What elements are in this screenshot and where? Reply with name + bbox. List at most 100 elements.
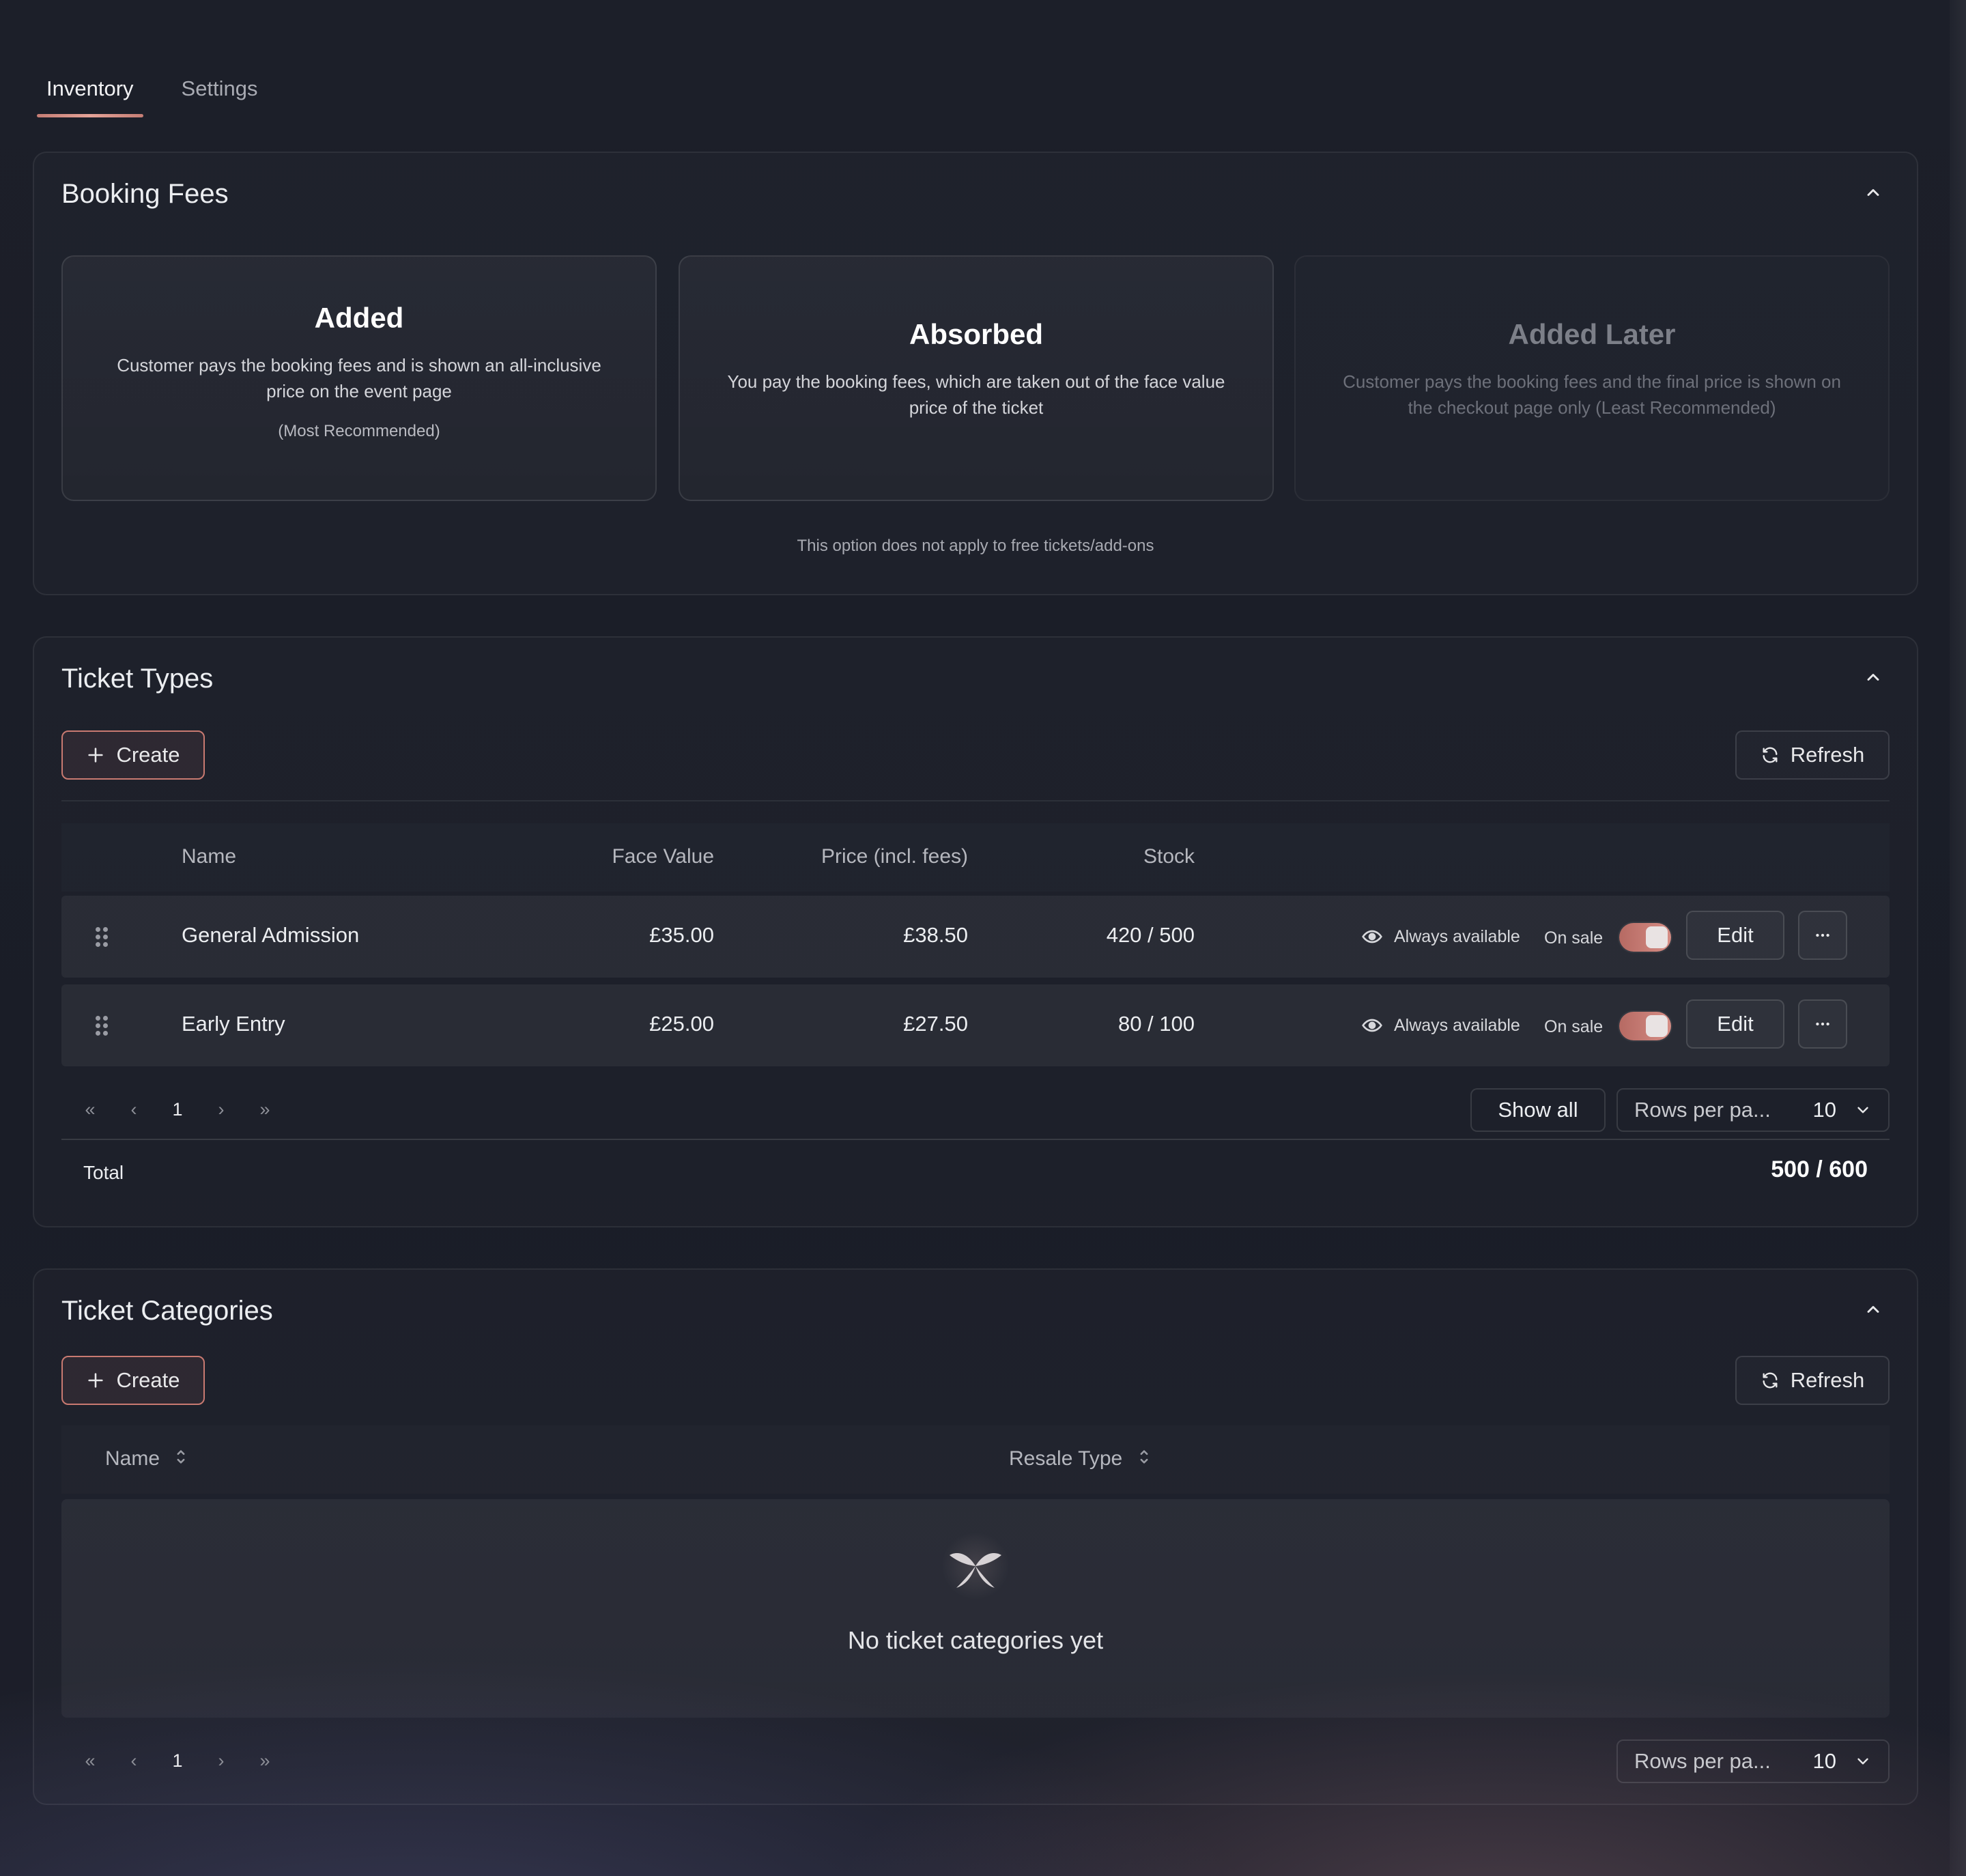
chevron-up-icon <box>1867 674 1879 681</box>
fee-option-description: Customer pays the booking fees and the f… <box>1343 371 1841 418</box>
availability-label: Always available <box>1394 926 1520 946</box>
ticket-categories-collapse-button[interactable] <box>1860 1296 1887 1323</box>
fee-option-added-later[interactable]: Added Later Customer pays the booking fe… <box>1294 255 1890 501</box>
empty-state-icon <box>941 1532 1010 1600</box>
availability-status: Always available <box>1361 926 1520 948</box>
column-header-face-value: Face Value <box>612 845 714 868</box>
ticket-categories-pagination: « ‹ 1 › » <box>68 1750 287 1772</box>
ticket-types-collapse-button[interactable] <box>1860 664 1887 691</box>
chevron-up-icon <box>1867 1306 1879 1313</box>
fee-option-note: (Most Recommended) <box>278 422 440 440</box>
more-options-button[interactable] <box>1798 999 1847 1049</box>
rows-per-page-select[interactable]: Rows per pa... 10 <box>1616 1739 1890 1783</box>
booking-fees-footnote: This option does not apply to free ticke… <box>797 537 1154 555</box>
ellipsis-icon <box>1816 933 1829 937</box>
plus-icon <box>88 1373 104 1388</box>
next-page-icon[interactable]: › <box>199 1099 243 1120</box>
ellipsis-icon <box>1816 1022 1829 1026</box>
chevron-up-icon <box>1867 189 1879 196</box>
sort-icon[interactable] <box>1138 1447 1150 1472</box>
last-page-icon[interactable]: » <box>243 1750 287 1772</box>
refresh-ticket-categories-button[interactable]: Refresh <box>1735 1356 1890 1405</box>
edit-button[interactable]: Edit <box>1686 911 1784 960</box>
fee-option-title: Added Later <box>1508 318 1676 350</box>
total-label: Total <box>83 1162 124 1183</box>
tab-bar: Inventory Settings <box>35 68 269 117</box>
ticket-face-value: £35.00 <box>649 923 714 947</box>
column-header-price: Price (incl. fees) <box>821 845 968 868</box>
rows-per-page-label: Rows per pa... <box>1634 1098 1771 1122</box>
fee-option-added[interactable]: Added Customer pays the booking fees and… <box>61 255 657 501</box>
table-row[interactable]: Early Entry £25.00 £27.50 80 / 100 Alway… <box>61 984 1890 1066</box>
refresh-icon <box>1763 747 1778 763</box>
column-header-resale-type[interactable]: Resale Type <box>1009 1447 1150 1472</box>
create-ticket-type-button[interactable]: Create <box>61 730 205 780</box>
ticket-types-panel: Ticket Types Create Refresh Name Face Va… <box>33 636 1918 1227</box>
total-value: 500 / 600 <box>1771 1156 1868 1182</box>
fee-option-title: Added <box>314 302 404 334</box>
first-page-icon[interactable]: « <box>68 1750 112 1772</box>
on-sale-toggle[interactable] <box>1619 923 1671 952</box>
empty-state: No ticket categories yet <box>61 1499 1890 1718</box>
eye-icon <box>1362 1019 1382 1032</box>
tab-settings[interactable]: Settings <box>171 68 269 117</box>
ticket-face-value: £25.00 <box>649 1012 714 1036</box>
ticket-price: £38.50 <box>903 923 968 947</box>
show-all-button[interactable]: Show all <box>1470 1088 1606 1132</box>
rows-per-page-value: 10 <box>1812 1098 1836 1122</box>
prev-page-icon[interactable]: ‹ <box>112 1750 156 1772</box>
column-header-stock: Stock <box>1143 845 1195 868</box>
ticket-categories-table-header: Name Resale Type <box>61 1425 1890 1494</box>
current-page[interactable]: 1 <box>156 1099 199 1120</box>
column-header-resale-type-label: Resale Type <box>1009 1447 1123 1470</box>
ticket-stock: 420 / 500 <box>1106 923 1195 947</box>
page-scrollbar[interactable] <box>1950 0 1966 1876</box>
current-page[interactable]: 1 <box>156 1750 199 1772</box>
column-header-name[interactable]: Name <box>105 1447 187 1472</box>
drag-handle-icon[interactable] <box>96 1016 109 1036</box>
create-ticket-category-button[interactable]: Create <box>61 1356 205 1405</box>
table-row[interactable]: General Admission £35.00 £38.50 420 / 50… <box>61 896 1890 978</box>
fee-option-absorbed[interactable]: Absorbed You pay the booking fees, which… <box>679 255 1274 501</box>
drag-handle-icon[interactable] <box>96 927 109 948</box>
rows-per-page-label: Rows per pa... <box>1634 1749 1771 1773</box>
ticket-name: Early Entry <box>182 1012 285 1036</box>
sale-status-label: On sale <box>1544 928 1604 948</box>
last-page-icon[interactable]: » <box>243 1099 287 1120</box>
booking-fees-collapse-button[interactable] <box>1860 179 1887 206</box>
ticket-stock: 80 / 100 <box>1117 1012 1195 1036</box>
more-options-button[interactable] <box>1798 911 1847 960</box>
rows-per-page-value: 10 <box>1812 1749 1836 1773</box>
section-divider <box>61 800 1890 801</box>
availability-status: Always available <box>1361 1014 1520 1036</box>
chevron-down-icon <box>1857 1107 1868 1113</box>
ticket-types-pagination: « ‹ 1 › » <box>68 1099 287 1120</box>
refresh-label: Refresh <box>1790 1368 1865 1392</box>
fee-option-title: Absorbed <box>909 318 1043 350</box>
ticket-name: General Admission <box>182 923 360 947</box>
ticket-categories-title: Ticket Categories <box>61 1296 273 1326</box>
first-page-icon[interactable]: « <box>68 1099 112 1120</box>
next-page-icon[interactable]: › <box>199 1750 243 1772</box>
sort-icon[interactable] <box>175 1447 187 1472</box>
rows-per-page-select[interactable]: Rows per pa... 10 <box>1616 1088 1890 1132</box>
refresh-icon <box>1763 1372 1778 1389</box>
column-header-name-label: Name <box>105 1447 160 1470</box>
fee-option-description: You pay the booking fees, which are take… <box>727 371 1225 418</box>
booking-fees-title: Booking Fees <box>61 179 229 209</box>
prev-page-icon[interactable]: ‹ <box>112 1099 156 1120</box>
edit-button[interactable]: Edit <box>1686 999 1784 1049</box>
create-label: Create <box>116 1368 180 1392</box>
ticket-types-title: Ticket Types <box>61 664 214 694</box>
empty-state-text: No ticket categories yet <box>847 1626 1104 1654</box>
plus-icon <box>88 748 104 763</box>
tab-inventory[interactable]: Inventory <box>35 68 145 117</box>
create-label: Create <box>116 743 180 767</box>
column-header-name: Name <box>182 845 237 868</box>
on-sale-toggle[interactable] <box>1619 1012 1671 1040</box>
total-divider <box>61 1139 1890 1140</box>
chevron-down-icon <box>1857 1758 1868 1765</box>
refresh-label: Refresh <box>1790 743 1865 767</box>
refresh-ticket-types-button[interactable]: Refresh <box>1735 730 1890 780</box>
availability-label: Always available <box>1394 1015 1520 1035</box>
